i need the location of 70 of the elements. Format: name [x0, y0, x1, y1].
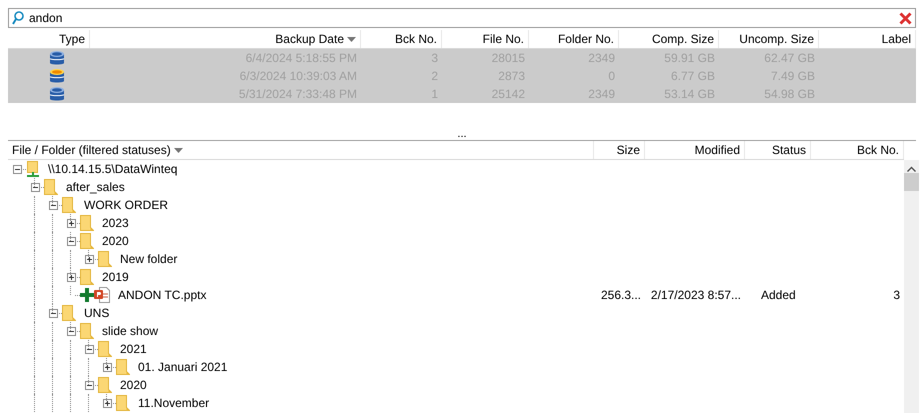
folder-icon [62, 197, 76, 213]
column-header[interactable]: File / Folder (filtered statuses) [8, 141, 594, 159]
folder-icon [44, 179, 58, 195]
collapse-icon[interactable] [84, 344, 94, 354]
tree-item[interactable]: WORK ORDER [8, 196, 594, 214]
tree-item[interactable]: slide show [8, 322, 594, 340]
column-header[interactable]: Bck No. [361, 30, 442, 48]
folder-icon [80, 215, 94, 231]
tree-item[interactable]: New folder [8, 250, 594, 268]
database-icon [50, 86, 64, 102]
tree-item[interactable]: 01. Januari 2021 [8, 358, 594, 376]
scrollbar[interactable] [904, 160, 919, 413]
column-header[interactable]: Backup Date [90, 30, 361, 48]
tree-item[interactable]: after_sales [8, 178, 594, 196]
search-icon [12, 11, 24, 25]
column-header[interactable]: Uncomp. Size [719, 30, 819, 48]
collapse-icon[interactable] [48, 308, 58, 318]
tree-item[interactable]: 2020 [8, 376, 594, 394]
column-header[interactable]: Size [594, 141, 645, 159]
tree-item[interactable]: 2020 [8, 232, 594, 250]
collapse-icon[interactable] [30, 182, 40, 192]
folder-icon [80, 233, 94, 249]
expand-icon[interactable] [102, 398, 112, 408]
folder-icon [116, 359, 130, 375]
database-icon [50, 68, 64, 84]
collapse-icon[interactable] [84, 380, 94, 390]
search-field[interactable]: andon [8, 8, 916, 28]
expand-icon[interactable] [84, 254, 94, 264]
expand-icon[interactable] [102, 362, 112, 372]
column-header[interactable]: Modified [645, 141, 745, 159]
database-icon [50, 50, 64, 66]
tree-item[interactable]: 11.November [8, 394, 594, 412]
tree-item[interactable]: 2019 [8, 268, 594, 286]
scroll-up-icon[interactable] [907, 166, 916, 172]
sort-arrow-icon [347, 36, 356, 42]
tree-item[interactable]: \\10.14.15.5\DataWinteq [8, 160, 594, 178]
tree-item[interactable]: 2023 [8, 214, 594, 232]
table-cell-text: 256.3... [600, 288, 642, 302]
close-icon[interactable] [899, 12, 912, 25]
column-header[interactable]: Type [8, 30, 90, 48]
column-header[interactable]: Folder No. [529, 30, 619, 48]
collapse-icon[interactable] [66, 236, 76, 246]
table-cell-text: 2/17/2023 8:57... [650, 288, 742, 302]
sort-arrow-icon [174, 148, 183, 152]
tree-item[interactable]: 2021 [8, 340, 594, 358]
folder-icon [62, 305, 76, 321]
collapse-icon[interactable] [12, 164, 22, 174]
table-cell-text: Added [760, 288, 797, 302]
column-header[interactable]: Status [745, 141, 811, 159]
table-cell-text: 3 [892, 288, 901, 302]
column-header[interactable]: File No. [442, 30, 529, 48]
scroll-thumb[interactable] [904, 173, 919, 191]
folder-icon [98, 341, 112, 357]
folder-icon [98, 251, 112, 267]
column-header[interactable]: Comp. Size [619, 30, 719, 48]
collapse-icon[interactable] [48, 200, 58, 210]
expand-icon[interactable] [66, 272, 76, 282]
presentation-file-icon [94, 287, 110, 303]
tree-item[interactable]: ANDON TC.pptx [8, 286, 594, 304]
column-header[interactable]: Bck No. [811, 141, 904, 159]
folder-icon [80, 269, 94, 285]
folder-icon [116, 395, 130, 411]
network-folder-icon [26, 161, 40, 177]
folder-icon [98, 377, 112, 393]
expand-icon[interactable] [66, 218, 76, 228]
splitter-handle[interactable]: ... [457, 130, 467, 138]
collapse-icon[interactable] [66, 326, 76, 336]
tree-item[interactable]: UNS [8, 304, 594, 322]
column-header[interactable]: Label [819, 30, 916, 48]
folder-icon [80, 323, 94, 339]
